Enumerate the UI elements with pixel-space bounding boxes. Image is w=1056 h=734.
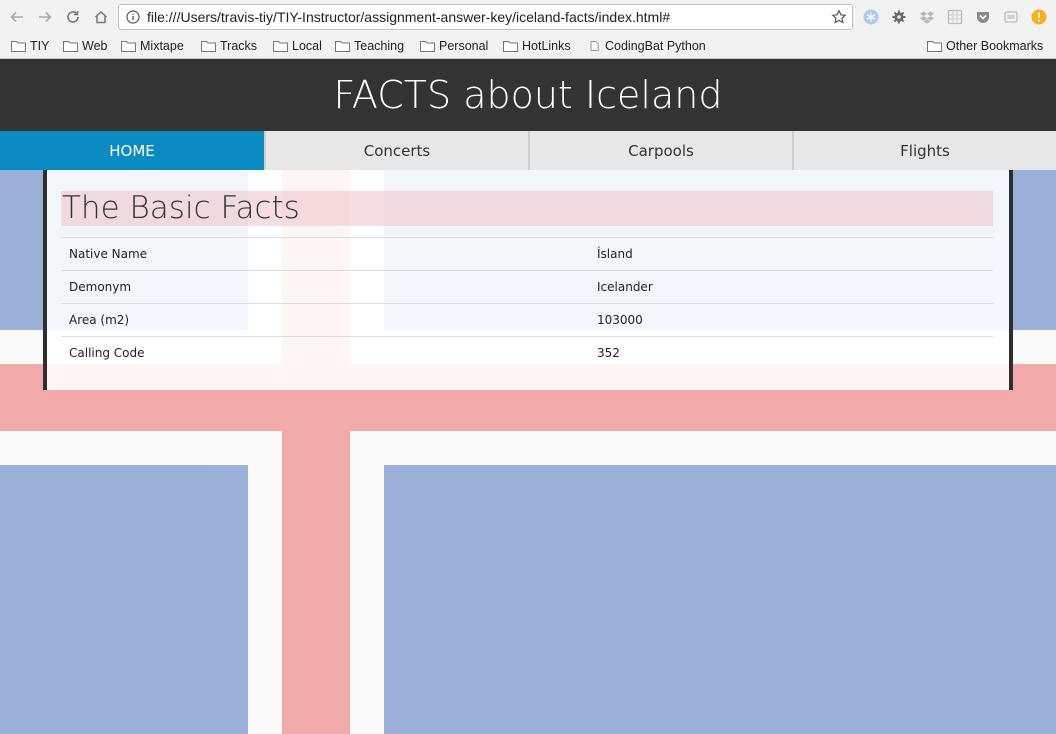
extension-dropbox[interactable] xyxy=(919,9,935,25)
home-button[interactable] xyxy=(91,7,111,27)
bookmark-web[interactable]: Web xyxy=(63,37,107,55)
reload-button[interactable] xyxy=(63,7,83,27)
bookmark-mixtape[interactable]: Mixtape xyxy=(121,37,184,55)
table-row: Calling Code 352 xyxy=(61,336,993,370)
tab-carpools[interactable]: Carpools xyxy=(528,131,792,170)
back-button[interactable] xyxy=(7,7,27,27)
url-text: file:///Users/travis-tiy/TIY-Instructor/… xyxy=(147,9,671,25)
extension-alert[interactable] xyxy=(1031,9,1047,25)
arrow-left-icon xyxy=(10,11,23,23)
window-icon xyxy=(1004,11,1018,23)
page-viewport: FACTS about Iceland HOME Concerts Carpoo… xyxy=(0,59,1056,734)
bookmark-personal[interactable]: Personal xyxy=(420,37,488,55)
folder-icon xyxy=(11,41,26,52)
bookmark-teaching[interactable]: Teaching xyxy=(335,37,404,55)
bookmark-hotlinks[interactable]: HotLinks xyxy=(503,37,571,55)
folder-icon xyxy=(420,41,435,52)
site-header: FACTS about Iceland xyxy=(0,59,1056,131)
extension-grid[interactable] xyxy=(947,9,963,25)
flag-blue-bottom-left xyxy=(0,465,248,734)
extension-pocket[interactable] xyxy=(975,9,991,25)
arrow-right-icon xyxy=(39,11,52,23)
facts-card: The Basic Facts Native Name Ísland Demon… xyxy=(43,170,1013,390)
fact-value: 103000 xyxy=(589,303,993,337)
snowflake-icon xyxy=(863,9,879,25)
reload-icon xyxy=(67,11,79,23)
table-row: Area (m2) 103000 xyxy=(61,303,993,337)
section-heading: The Basic Facts xyxy=(61,191,993,226)
folder-icon xyxy=(503,41,518,52)
bookmark-tracks[interactable]: Tracks xyxy=(201,37,257,55)
home-icon xyxy=(94,10,108,24)
forward-button[interactable] xyxy=(35,7,55,27)
grid-icon xyxy=(947,9,963,25)
page-icon xyxy=(590,41,599,51)
info-icon xyxy=(126,10,140,24)
fact-value: 352 xyxy=(589,336,993,370)
pocket-icon xyxy=(977,12,989,23)
fact-label: Native Name xyxy=(61,237,589,271)
tab-flights[interactable]: Flights xyxy=(792,131,1056,170)
dropbox-icon xyxy=(920,11,934,24)
tab-concerts[interactable]: Concerts xyxy=(264,131,528,170)
browser-chrome: file:///Users/travis-tiy/TIY-Instructor/… xyxy=(0,0,1056,59)
gear-icon xyxy=(892,10,906,24)
extension-gear[interactable] xyxy=(891,9,907,25)
table-row: Native Name Ísland xyxy=(61,237,993,271)
bookmark-tiy[interactable]: TIY xyxy=(11,37,49,55)
browser-toolbar: file:///Users/travis-tiy/TIY-Instructor/… xyxy=(0,0,1056,34)
bookmark-codingbat-python[interactable]: CodingBat Python xyxy=(589,37,706,55)
flag-blue-bottom-right xyxy=(384,465,1056,734)
main-nav: HOME Concerts Carpools Flights xyxy=(0,131,1056,170)
star-icon[interactable] xyxy=(831,9,847,25)
bookmark-local[interactable]: Local xyxy=(273,37,322,55)
extension-window[interactable] xyxy=(1003,9,1019,25)
folder-icon xyxy=(927,41,942,52)
facts-table: Native Name Ísland Demonym Icelander Are… xyxy=(61,237,993,370)
bookmarks-bar: TIY Web Mixtape Tracks Local Teaching Pe… xyxy=(0,34,1056,58)
bookmark-other-bookmarks[interactable]: Other Bookmarks xyxy=(927,37,1043,55)
table-row: Demonym Icelander xyxy=(61,270,993,304)
folder-icon xyxy=(273,41,288,52)
page-title: FACTS about Iceland xyxy=(333,73,723,117)
fact-label: Area (m2) xyxy=(61,303,589,337)
folder-icon xyxy=(121,41,136,52)
address-bar[interactable]: file:///Users/travis-tiy/TIY-Instructor/… xyxy=(118,4,853,30)
alert-icon xyxy=(1031,9,1047,25)
folder-icon xyxy=(201,41,216,52)
extension-snowflake[interactable] xyxy=(863,9,879,25)
fact-label: Calling Code xyxy=(61,336,589,370)
fact-value: Icelander xyxy=(589,270,993,304)
folder-icon xyxy=(63,41,78,52)
fact-value: Ísland xyxy=(589,237,993,271)
fact-label: Demonym xyxy=(61,270,589,304)
folder-icon xyxy=(335,41,350,52)
tab-home[interactable]: HOME xyxy=(0,131,264,170)
